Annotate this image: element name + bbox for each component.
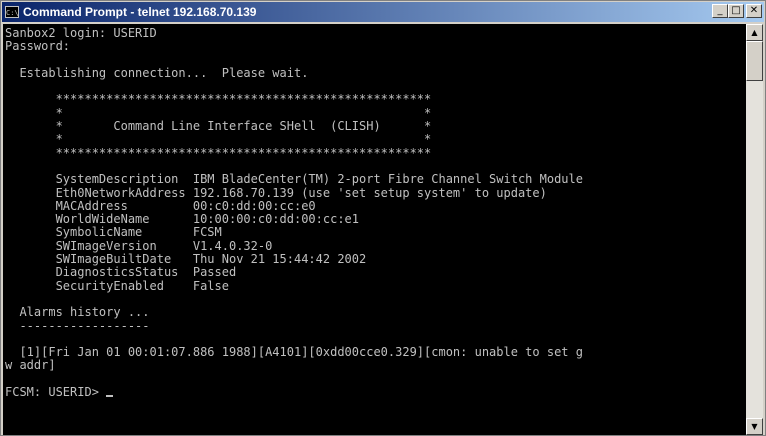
terminal-line: FCSM: USERID>: [5, 385, 748, 399]
vertical-scrollbar[interactable]: ▲ ▼: [746, 24, 763, 435]
terminal-line: * Command Line Interface SHell (CLISH) *: [5, 119, 432, 134]
terminal-line: MACAddress 00:c0:dd:00:cc:e0: [5, 198, 316, 213]
terminal-line: Eth0NetworkAddress 192.168.70.139 (use '…: [5, 185, 547, 200]
terminal-output[interactable]: Sanbox2 login: USERID Password: Establish…: [3, 24, 748, 435]
terminal-text: Sanbox2 login: USERID Password: Establish…: [3, 24, 748, 399]
close-button[interactable]: ✕: [746, 4, 762, 18]
scroll-up-button[interactable]: ▲: [746, 24, 763, 41]
terminal-line: ****************************************…: [5, 92, 432, 107]
scroll-down-button[interactable]: ▼: [746, 418, 763, 435]
window-controls: _ □ ✕: [712, 4, 762, 18]
terminal-line: SystemDescription IBM BladeCenter(TM) 2-…: [5, 172, 583, 187]
window-title: Command Prompt - telnet 192.168.70.139: [23, 5, 257, 19]
terminal-line: SWImageVersion V1.4.0.32-0: [5, 238, 273, 253]
terminal-line: * *: [5, 105, 432, 120]
terminal-line: [1][Fri Jan 01 00:01:07.886 1988][A4101]…: [5, 345, 583, 360]
terminal-line: SymbolicName FCSM: [5, 225, 222, 240]
terminal-line: Sanbox2 login: USERID: [5, 26, 157, 40]
terminal-line: WorldWideName 10:00:00:c0:dd:00:cc:e1: [5, 212, 360, 227]
terminal-line: DiagnosticsStatus Passed: [5, 265, 237, 280]
scrollbar-thumb[interactable]: [746, 41, 763, 81]
terminal-line: Alarms history ...: [5, 305, 150, 320]
terminal-line: SecurityEnabled False: [5, 278, 229, 293]
text-cursor: [106, 395, 114, 398]
terminal-line: ------------------: [5, 318, 150, 333]
minimize-button[interactable]: _: [712, 4, 728, 18]
terminal-line: Password:: [5, 39, 71, 54]
command-prompt-window: C:\ Command Prompt - telnet 192.168.70.1…: [0, 0, 766, 436]
terminal-line: SWImageBuiltDate Thu Nov 21 15:44:42 200…: [5, 252, 367, 267]
title-bar[interactable]: C:\ Command Prompt - telnet 192.168.70.1…: [2, 2, 764, 22]
terminal-line: * *: [5, 132, 432, 147]
terminal-line: Establishing connection... Please wait.: [5, 65, 309, 80]
console-icon[interactable]: C:\: [5, 6, 19, 18]
maximize-button[interactable]: □: [728, 4, 744, 18]
terminal-line: ****************************************…: [5, 145, 432, 160]
terminal-line: w addr]: [5, 358, 56, 373]
